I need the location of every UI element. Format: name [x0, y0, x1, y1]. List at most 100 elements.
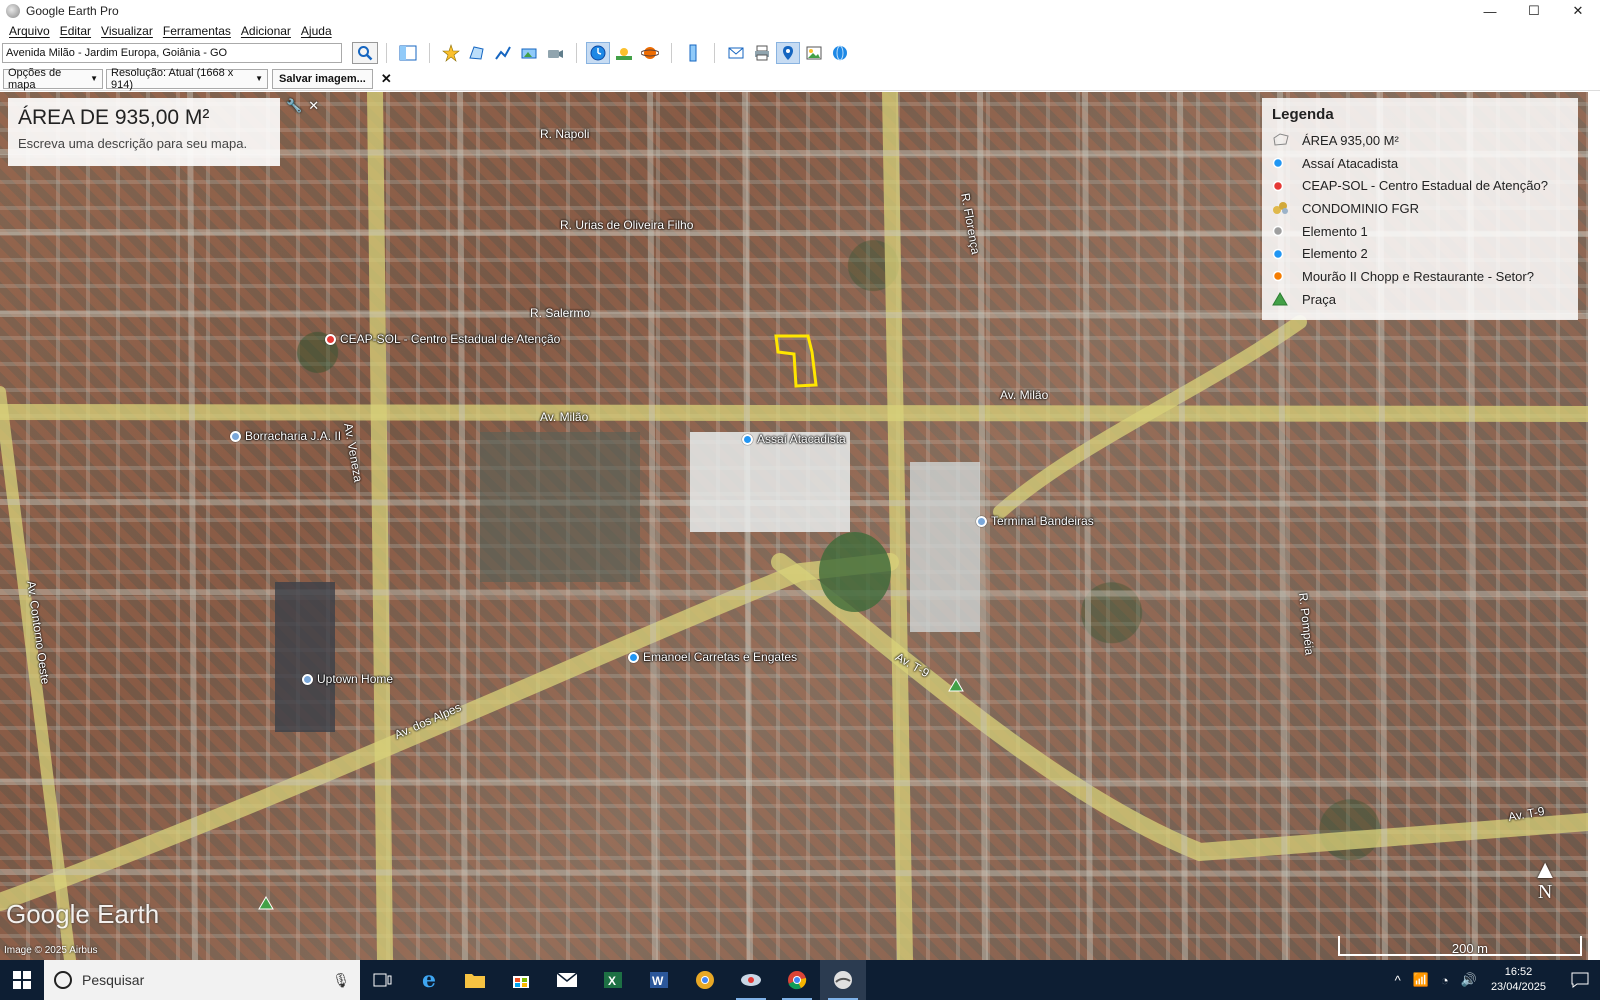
compass[interactable]: ▲ N — [1532, 856, 1558, 904]
menu-adicionar[interactable]: Adicionar — [241, 24, 291, 38]
taskbar-chrome-alt[interactable] — [682, 960, 728, 1000]
volume-icon[interactable]: 🔊 — [1461, 972, 1477, 988]
placemark-emanoel-carretas[interactable]: Emanoel Carretas e Engates — [628, 650, 797, 664]
area-polygon-outline — [774, 334, 818, 388]
placemark-borracharia[interactable]: Borracharia J.A. II — [230, 429, 341, 443]
taskbar-search-box[interactable]: Pesquisar 🎙 — [44, 960, 360, 1000]
scale-label: 200 m — [1451, 941, 1488, 956]
start-button[interactable] — [0, 960, 44, 1000]
maximize-button[interactable]: ☐ — [1512, 0, 1556, 22]
menu-bar: Arquivo Editar Visualizar Ferramentas Ad… — [0, 22, 1600, 40]
placemark-assai[interactable]: Assaí Atacadista — [742, 432, 846, 446]
legend-item-label: Mourão II Chopp e Restaurante - Setor? — [1302, 268, 1534, 284]
microphone-icon[interactable]: 🎙 — [332, 972, 350, 989]
praca-park — [819, 532, 891, 612]
save-image-button[interactable] — [776, 42, 800, 64]
legend-panel[interactable]: Legenda ÁREA 935,00 M² Assaí Atacadista … — [1262, 98, 1578, 320]
legend-item-label: CEAP-SOL - Centro Estadual de Atenção? — [1302, 178, 1548, 194]
buildings-icon — [1272, 200, 1292, 216]
road-label: R. Salermo — [530, 306, 591, 320]
window-controls: — ☐ ✕ — [1468, 0, 1600, 22]
taskbar-store[interactable] — [498, 960, 544, 1000]
menu-visualizar[interactable]: Visualizar — [101, 24, 153, 38]
image-icon — [806, 46, 822, 60]
planets-button[interactable] — [638, 42, 662, 64]
close-icon[interactable]: ✕ — [308, 98, 319, 114]
title-panel-tools: 🔧 ✕ — [286, 98, 319, 114]
taskbar-excel[interactable]: X — [590, 960, 636, 1000]
hospital-pin-icon — [325, 333, 336, 345]
map-description[interactable]: Escreva uma descrição para seu mapa. — [18, 136, 270, 151]
park-icon[interactable] — [948, 678, 964, 692]
taskbar-edge[interactable]: e — [406, 960, 452, 1000]
save-image-bar: Opções de mapa ▼ Resolução: Atual (1668 … — [0, 67, 1600, 91]
wrench-icon[interactable]: 🔧 — [286, 98, 302, 114]
taskbar-file-explorer[interactable] — [452, 960, 498, 1000]
sidebar-toggle-button[interactable] — [396, 42, 420, 64]
map-options-dropdown[interactable]: Opções de mapa ▼ — [3, 66, 103, 91]
add-placemark-button[interactable] — [439, 42, 463, 64]
ruler-button[interactable] — [681, 42, 705, 64]
chevron-down-icon: ▼ — [255, 74, 263, 83]
close-window-button[interactable]: ✕ — [1556, 0, 1600, 22]
gray-pin-icon — [1272, 223, 1292, 239]
historical-imagery-button[interactable] — [586, 42, 610, 64]
blue-pin-icon — [742, 433, 753, 445]
word-icon: W — [650, 972, 668, 988]
clock[interactable]: 16:52 23/04/2025 — [1491, 965, 1546, 995]
save-image-text-button[interactable]: Salvar imagem... — [272, 68, 373, 89]
map-title-panel[interactable]: ÁREA DE 935,00 M² Escreva uma descrição … — [8, 98, 280, 166]
search-button[interactable] — [352, 42, 378, 64]
placemark-terminal-bandeiras[interactable]: Terminal Bandeiras — [976, 514, 1094, 528]
network-icon[interactable]: 📶 — [1413, 972, 1429, 988]
menu-ajuda[interactable]: Ajuda — [301, 24, 332, 38]
menu-editar[interactable]: Editar — [60, 24, 91, 38]
task-view-button[interactable] — [360, 960, 406, 1000]
legend-title: Legenda — [1272, 106, 1334, 123]
wifi-icon[interactable]: ◔ — [1441, 973, 1449, 988]
placemark-ceap-sol[interactable]: CEAP-SOL - Centro Estadual de Atenção — [325, 332, 560, 346]
notification-center-icon[interactable] — [1560, 972, 1600, 988]
windows-logo-icon — [13, 971, 31, 989]
map-options-label: Opções de mapa — [8, 66, 62, 91]
print-button[interactable] — [750, 42, 774, 64]
view-in-maps-button[interactable] — [802, 42, 826, 64]
park-icon[interactable] — [258, 896, 274, 910]
add-path-button[interactable] — [491, 42, 515, 64]
placemark-uptown-home[interactable]: Uptown Home — [302, 672, 393, 686]
add-polygon-button[interactable] — [465, 42, 489, 64]
sunlight-button[interactable] — [612, 42, 636, 64]
legend-item-label: Elemento 2 — [1302, 246, 1368, 262]
gray-pin-icon — [302, 673, 313, 685]
legend-item-label: CONDOMINIO FGR — [1302, 200, 1419, 216]
search-input[interactable] — [2, 43, 342, 63]
minimize-button[interactable]: — — [1468, 0, 1512, 22]
folder-icon — [465, 974, 485, 988]
clock-time: 16:52 — [1504, 966, 1533, 978]
map-pin-icon — [783, 46, 793, 60]
legend-item: Assaí Atacadista — [1272, 152, 1568, 175]
google-earth-app-icon — [6, 4, 20, 18]
close-save-bar-icon[interactable]: ✕ — [381, 71, 392, 87]
blue-pin-icon — [1272, 246, 1292, 262]
chevron-up-icon[interactable]: ^ — [1395, 973, 1401, 988]
add-overlay-button[interactable] — [517, 42, 541, 64]
map-view[interactable]: R. Napoli R. Urias de Oliveira Filho R. … — [0, 92, 1588, 960]
taskbar-google-earth[interactable] — [820, 960, 866, 1000]
record-tour-button[interactable] — [543, 42, 567, 64]
taskbar-photos[interactable] — [728, 960, 774, 1000]
taskbar-word[interactable]: W — [636, 960, 682, 1000]
menu-arquivo[interactable]: Arquivo — [9, 24, 50, 38]
taskbar-chrome[interactable] — [774, 960, 820, 1000]
taskbar-mail[interactable] — [544, 960, 590, 1000]
resolution-dropdown[interactable]: Resolução: Atual (1668 x 914) ▼ — [106, 67, 268, 91]
cortana-icon — [54, 971, 72, 989]
google-maps-button[interactable] — [828, 42, 852, 64]
print-icon — [755, 45, 769, 61]
legend-item: Elemento 2 — [1272, 242, 1568, 265]
orange-pin-icon — [1272, 268, 1292, 284]
email-button[interactable] — [724, 42, 748, 64]
menu-ferramentas[interactable]: Ferramentas — [163, 24, 231, 38]
window-title: Google Earth Pro — [26, 4, 119, 18]
map-title[interactable]: ÁREA DE 935,00 M² — [18, 106, 270, 130]
